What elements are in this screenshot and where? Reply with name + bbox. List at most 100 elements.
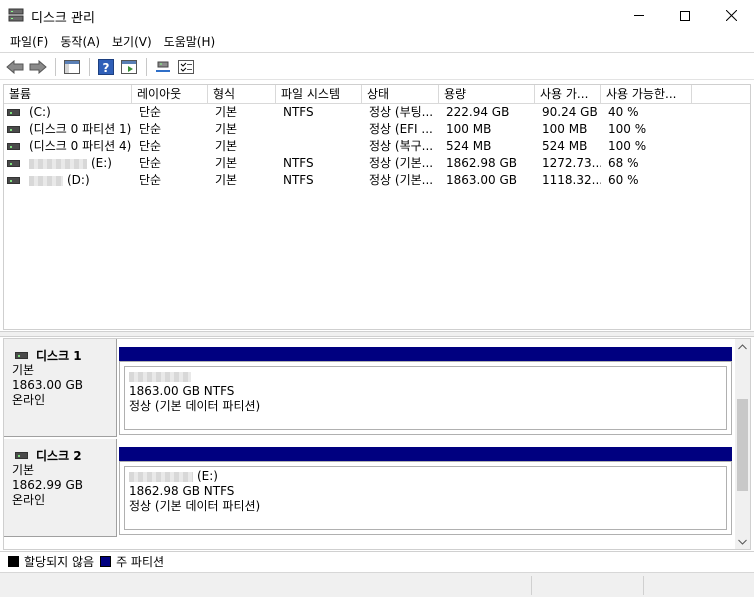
disk-name: 디스크 2 — [36, 448, 82, 463]
menu-action[interactable]: 동작(A) — [54, 32, 106, 52]
volume-free-space: 100 MB — [542, 122, 588, 136]
partition-body: 1863.00 GB NTFS 정상 (기본 데이터 파티션) — [119, 361, 732, 435]
status-pane — [531, 576, 643, 595]
volume-name: (D:) — [67, 173, 90, 187]
volume-icon — [7, 160, 20, 167]
table-row[interactable]: (E:) 단순 기본 NTFS 정상 (기본... 1862.98 GB 127… — [4, 155, 750, 172]
volume-name: (E:) — [91, 156, 112, 170]
volume-capacity: 1863.00 GB — [446, 173, 517, 187]
volume-file-system: NTFS — [283, 105, 314, 119]
volume-layout: 단순 — [139, 156, 162, 170]
redacted-volume-label — [129, 371, 191, 382]
volume-free-space: 1272.73... — [542, 156, 601, 170]
menu-view[interactable]: 보기(V) — [106, 32, 158, 52]
disk-row: 디스크 2 기본 1862.99 GB 온라인 (E:) 1862.98 GB … — [4, 439, 735, 537]
pane-splitter[interactable] — [0, 331, 754, 337]
volume-status: 정상 (부팅... — [369, 105, 434, 119]
disk-info-panel[interactable]: 디스크 1 기본 1863.00 GB 온라인 — [4, 339, 117, 437]
partition-details: 1863.00 GB NTFS 정상 (기본 데이터 파티션) — [124, 366, 727, 430]
console-tree-icon[interactable] — [61, 56, 83, 78]
volume-icon — [7, 126, 20, 133]
volume-type: 기본 — [215, 139, 238, 153]
disk-name: 디스크 1 — [36, 348, 82, 363]
list-header: 볼륨 레이아웃 형식 파일 시스템 상태 용량 사용 가... 사용 가능한..… — [4, 85, 750, 104]
disk-type: 기본 — [12, 463, 35, 477]
partition-label-line: (E:) — [129, 469, 722, 484]
toolbar: ? — [0, 54, 754, 80]
volume-percent-free: 60 % — [608, 173, 639, 187]
volume-status: 정상 (복구... — [369, 139, 434, 153]
vertical-scrollbar[interactable] — [735, 339, 750, 549]
volume-name-cell: (D:) — [24, 172, 132, 189]
volume-icon — [7, 109, 20, 116]
partition-details: (E:) 1862.98 GB NTFS 정상 (기본 데이터 파티션) — [124, 466, 727, 530]
volume-file-system — [278, 138, 362, 155]
action-pane-icon[interactable] — [118, 56, 140, 78]
table-row[interactable]: (D:) 단순 기본 NTFS 정상 (기본... 1863.00 GB 111… — [4, 172, 750, 189]
disk-size: 1862.99 GB — [12, 478, 83, 492]
table-row[interactable]: (디스크 0 파티션 4) 단순 기본 정상 (복구... 524 MB 524… — [4, 138, 750, 155]
disk-management-icon — [8, 8, 24, 23]
scroll-up-icon[interactable] — [735, 339, 750, 354]
minimize-button[interactable] — [616, 0, 662, 31]
scroll-down-icon[interactable] — [735, 534, 750, 549]
disk-size: 1863.00 GB — [12, 378, 83, 392]
partition[interactable]: 1863.00 GB NTFS 정상 (기본 데이터 파티션) — [119, 347, 732, 437]
volume-free-space: 524 MB — [542, 139, 588, 153]
primary-partition-bar — [119, 347, 732, 361]
unallocated-swatch — [8, 556, 19, 567]
primary-partition-swatch — [100, 556, 112, 567]
help-icon[interactable]: ? — [95, 56, 117, 78]
forward-icon[interactable] — [27, 56, 49, 78]
disk-row: 디스크 1 기본 1863.00 GB 온라인 1863.00 GB NTFS … — [4, 339, 735, 437]
disk-info-panel[interactable]: 디스크 2 기본 1862.99 GB 온라인 — [4, 439, 117, 537]
volume-file-system: NTFS — [283, 156, 314, 170]
menu-bar: 파일(F) 동작(A) 보기(V) 도움말(H) — [0, 31, 754, 53]
disk-icon — [15, 451, 28, 459]
connect-icon[interactable] — [152, 56, 174, 78]
column-layout[interactable]: 레이아웃 — [132, 85, 208, 103]
column-percent-free[interactable]: 사용 가능한... — [601, 85, 692, 103]
toolbar-separator — [55, 57, 56, 76]
maximize-button[interactable] — [662, 0, 708, 31]
volume-type: 기본 — [215, 105, 238, 119]
column-free-space[interactable]: 사용 가... — [535, 85, 601, 103]
volume-name-cell: (E:) — [24, 155, 132, 172]
status-pane — [643, 576, 754, 595]
table-row[interactable]: (디스크 0 파티션 1) 단순 기본 정상 (EFI ... 100 MB 1… — [4, 121, 750, 138]
partition[interactable]: (E:) 1862.98 GB NTFS 정상 (기본 데이터 파티션) — [119, 447, 732, 537]
menu-help[interactable]: 도움말(H) — [158, 32, 222, 52]
column-capacity[interactable]: 용량 — [439, 85, 535, 103]
toolbar-separator — [89, 57, 90, 76]
disk-graphical-view: 디스크 1 기본 1863.00 GB 온라인 1863.00 GB NTFS … — [3, 338, 751, 550]
close-button[interactable] — [708, 0, 754, 31]
partition-label-line — [129, 369, 722, 384]
menu-file[interactable]: 파일(F) — [4, 32, 54, 52]
legend-unallocated: 할당되지 않음 — [24, 555, 95, 569]
column-volume[interactable]: 볼륨 — [4, 85, 132, 103]
status-bar — [0, 572, 754, 597]
volume-layout: 단순 — [139, 173, 162, 187]
svg-text:?: ? — [103, 61, 110, 75]
primary-partition-bar — [119, 447, 732, 461]
back-icon[interactable] — [4, 56, 26, 78]
scrollbar-thumb[interactable] — [737, 399, 748, 491]
column-status[interactable]: 상태 — [362, 85, 439, 103]
partition-label: (E:) — [197, 469, 218, 483]
volume-capacity: 1862.98 GB — [446, 156, 517, 170]
volume-percent-free: 68 % — [608, 156, 639, 170]
properties-icon[interactable] — [175, 56, 197, 78]
volume-type: 기본 — [215, 122, 238, 136]
volume-name: (디스크 0 파티션 1) — [29, 122, 132, 136]
volume-status: 정상 (기본... — [369, 156, 434, 170]
column-type[interactable]: 형식 — [208, 85, 276, 103]
volume-status: 정상 (EFI ... — [369, 122, 433, 136]
volume-layout: 단순 — [139, 139, 162, 153]
table-row[interactable]: (C:) 단순 기본 NTFS 정상 (부팅... 222.94 GB 90.2… — [4, 104, 750, 121]
window-title: 디스크 관리 — [31, 11, 95, 26]
volume-type: 기본 — [215, 173, 238, 187]
volume-file-system: NTFS — [283, 173, 314, 187]
volume-icon — [7, 143, 20, 150]
partition-status: 정상 (기본 데이터 파티션) — [129, 499, 261, 513]
column-file-system[interactable]: 파일 시스템 — [276, 85, 362, 103]
